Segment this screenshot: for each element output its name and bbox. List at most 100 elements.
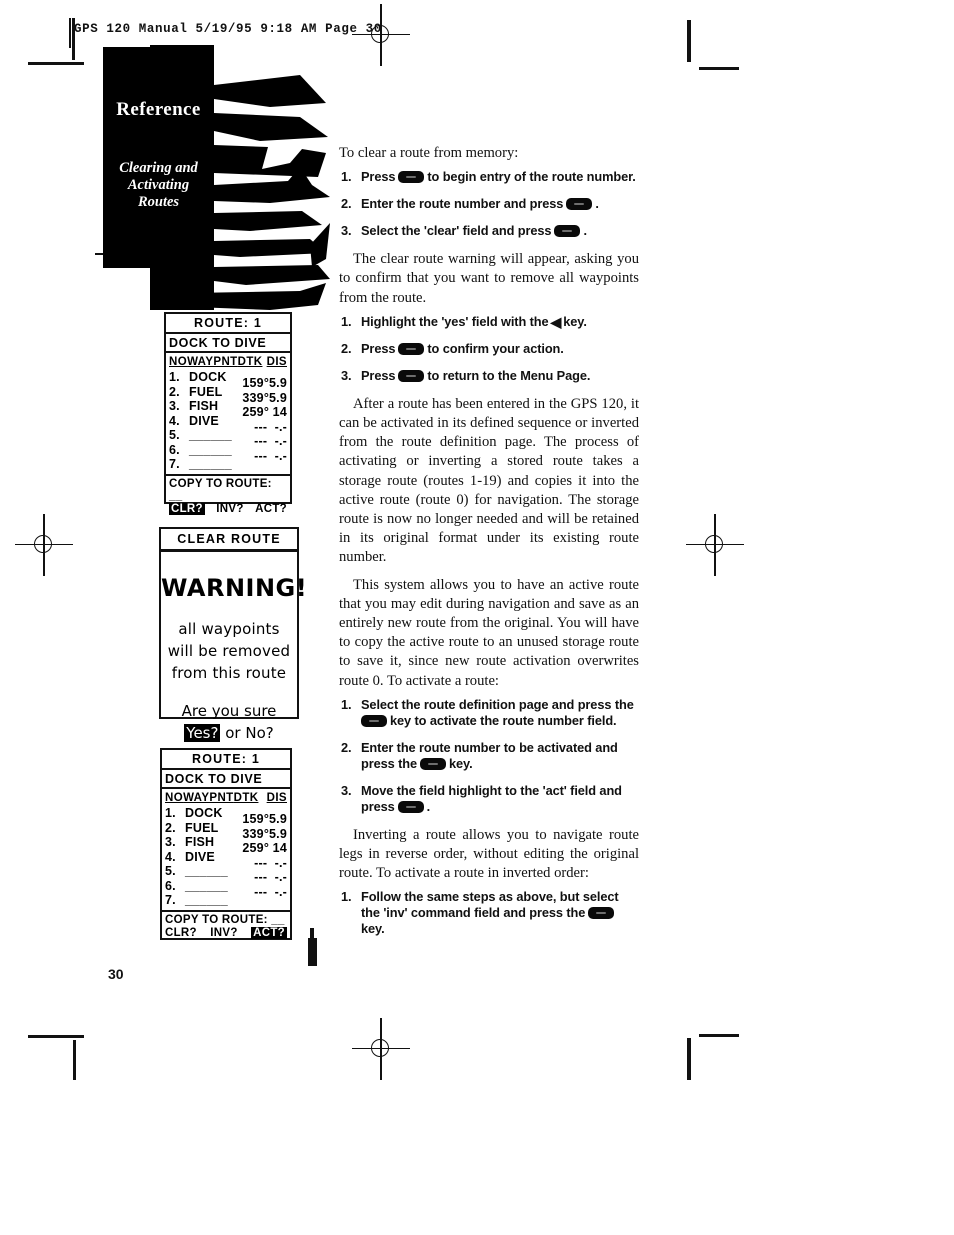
route-name: DOCK TO DIVE xyxy=(162,770,290,789)
command-inv[interactable]: INV? xyxy=(216,503,243,515)
route-footer: COPY TO ROUTE: __ CLR? INV? ACT? xyxy=(162,909,290,941)
chapter-header-block: Reference Clearing and Activating Routes xyxy=(103,47,214,268)
command-clr[interactable]: CLR? xyxy=(169,502,205,515)
warning-no-field[interactable]: No? xyxy=(245,724,273,742)
step-text-pre: Enter the route number and press xyxy=(361,196,564,212)
list-item: 2. Enter the route number and press. xyxy=(339,196,639,212)
route-header: ROUTE: 1 xyxy=(162,750,290,770)
warning-header: CLEAR ROUTE xyxy=(161,529,297,552)
registration-mark-right xyxy=(686,514,744,576)
step-number: 1. xyxy=(341,889,352,905)
col-no: NO xyxy=(169,356,188,368)
step-text-pre: Highlight the 'yes' field with the xyxy=(361,313,549,329)
warning-question: Are you sure xyxy=(181,702,277,720)
step-number: 2. xyxy=(341,196,352,212)
row-no: 5. xyxy=(169,428,180,442)
crop-mark-bottom-right-v xyxy=(687,1038,691,1080)
warning-answer-row: Yes? or No? xyxy=(161,722,297,744)
row-no: 1. xyxy=(169,370,180,384)
enter-key-icon xyxy=(398,342,425,355)
step-number: 2. xyxy=(341,340,352,356)
route-rows: 1. DOCK 2. FUEL 3. FISH 4. DIVE 5. ______ 6. _… xyxy=(166,369,290,472)
leg-value: 259° 14 xyxy=(242,841,287,855)
step-number: 1. xyxy=(341,169,352,185)
warning-title: WARNING! xyxy=(161,574,308,602)
scanned-manual-page: GPS 120 Manual 5/19/95 9:18 AM Page 30 R… xyxy=(0,0,954,1235)
step-text-pre: Press xyxy=(361,367,396,383)
route-column-headers: NO WAYPNT DTK DIS xyxy=(162,789,290,805)
gps-screen-clear-route-warning: CLEAR ROUTE WARNING! all waypoints will … xyxy=(159,527,308,742)
row-no: 2. xyxy=(165,820,176,835)
enter-key-icon xyxy=(361,714,387,727)
row-no: 3. xyxy=(165,835,176,849)
row-no: 5. xyxy=(165,864,176,878)
list-item: 2. Enter the route number to be activated… xyxy=(339,740,639,772)
steps-confirm-clear: 1. Highlight the 'yes' field with the ◀ key… xyxy=(339,314,639,384)
paragraph-active-route-system: This system allows you to have an active… xyxy=(339,576,639,689)
col-dtk: DTK xyxy=(237,356,263,368)
imprint-rule xyxy=(69,18,71,48)
leg-value: 159°5.9 xyxy=(242,376,287,390)
copy-to-route-label: COPY TO ROUTE: __ xyxy=(169,477,272,502)
warning-line: all waypoints xyxy=(178,620,280,638)
step-number: 3. xyxy=(341,367,352,383)
step-text-post: key to activate the route number field. xyxy=(390,712,617,728)
command-inv[interactable]: INV? xyxy=(210,927,237,939)
row-no: 4. xyxy=(169,413,180,428)
steps-clear-route: 1. Press to begin entry of the route numbe… xyxy=(339,169,639,239)
leg-value: 159°5.9 xyxy=(242,812,287,826)
steps-invert-route: 1. Follow the same steps as above, but se… xyxy=(339,889,639,937)
step-text-post: key. xyxy=(361,921,385,937)
step-text-pre: Select the 'clear' field and press xyxy=(361,223,552,239)
copy-to-route-label: COPY TO ROUTE: __ xyxy=(165,913,285,926)
row-no: 1. xyxy=(165,806,176,820)
warning-line: will be removed xyxy=(167,642,291,660)
registration-mark-bottom xyxy=(352,1018,410,1080)
step-text-post: key. xyxy=(563,313,587,329)
step-text-pre: Select the route definition page and pre… xyxy=(361,696,634,712)
leg-value: 339°5.9 xyxy=(242,826,287,841)
route-leg-values: 159°5.9 339°5.9 259° 14 --- -.- --- -.- … xyxy=(219,812,287,899)
step-number: 1. xyxy=(341,696,352,712)
lead-clear-route: To clear a route from memory: xyxy=(339,145,519,161)
leg-value: --- -.- xyxy=(254,448,287,463)
enter-key-icon xyxy=(397,800,424,813)
leg-value: --- -.- xyxy=(254,855,287,870)
crop-mark-bottom-right-h xyxy=(699,1034,739,1037)
step-text-post: to return to the Menu Page. xyxy=(427,367,591,383)
enter-key-icon xyxy=(398,171,425,184)
leg-value: --- -.- xyxy=(254,434,287,448)
leg-value: 259° 14 xyxy=(242,405,287,419)
warning-yes-field[interactable]: Yes? xyxy=(184,724,221,742)
paragraph-clear-warning: The clear route warning will appear, ask… xyxy=(339,251,639,306)
list-item: 3. Press to return to the Menu Page. xyxy=(339,368,639,384)
step-text-pre: Enter the route number to be activated a… xyxy=(361,739,618,771)
step-text-pre: Follow the same steps as above, but sele… xyxy=(361,889,619,921)
col-no: NO xyxy=(165,792,184,804)
step-text-pre: Press xyxy=(361,169,396,185)
route-footer: COPY TO ROUTE: __ CLR? INV? ACT? xyxy=(166,473,290,517)
print-imprint-line: GPS 120 Manual 5/19/95 9:18 AM Page 30 xyxy=(74,22,382,36)
step-text-post: . xyxy=(595,196,599,212)
warning-line: from this route xyxy=(171,664,287,682)
gps-screen-route-clear: ROUTE: 1 DOCK TO DIVE NO WAYPNT DTK DIS … xyxy=(164,312,292,515)
list-item: 1. Press to begin entry of the route numbe… xyxy=(339,169,639,185)
chapter-subtitle: Clearing and Activating Routes xyxy=(119,160,198,210)
col-dtk: DTK xyxy=(233,792,259,804)
step-number: 3. xyxy=(341,223,352,239)
step-text-post: . xyxy=(583,223,587,239)
command-clr[interactable]: CLR? xyxy=(165,927,197,939)
row-no: 7. xyxy=(165,893,176,907)
crop-mark-top-left-h xyxy=(28,62,84,65)
step-number: 1. xyxy=(341,313,352,329)
command-act[interactable]: ACT? xyxy=(251,926,287,939)
enter-key-icon xyxy=(554,225,581,238)
enter-key-icon xyxy=(420,757,446,770)
command-act[interactable]: ACT? xyxy=(255,503,287,515)
row-no: 4. xyxy=(165,849,176,864)
chapter-title: Reference xyxy=(116,99,201,120)
crop-mark-top-right-h xyxy=(699,67,739,70)
registration-mark-left xyxy=(15,514,73,576)
gps-screen-route-activate: ROUTE: 1 DOCK TO DIVE NO WAYPNT DTK DIS … xyxy=(160,748,292,940)
route-name: DOCK TO DIVE xyxy=(166,334,290,353)
